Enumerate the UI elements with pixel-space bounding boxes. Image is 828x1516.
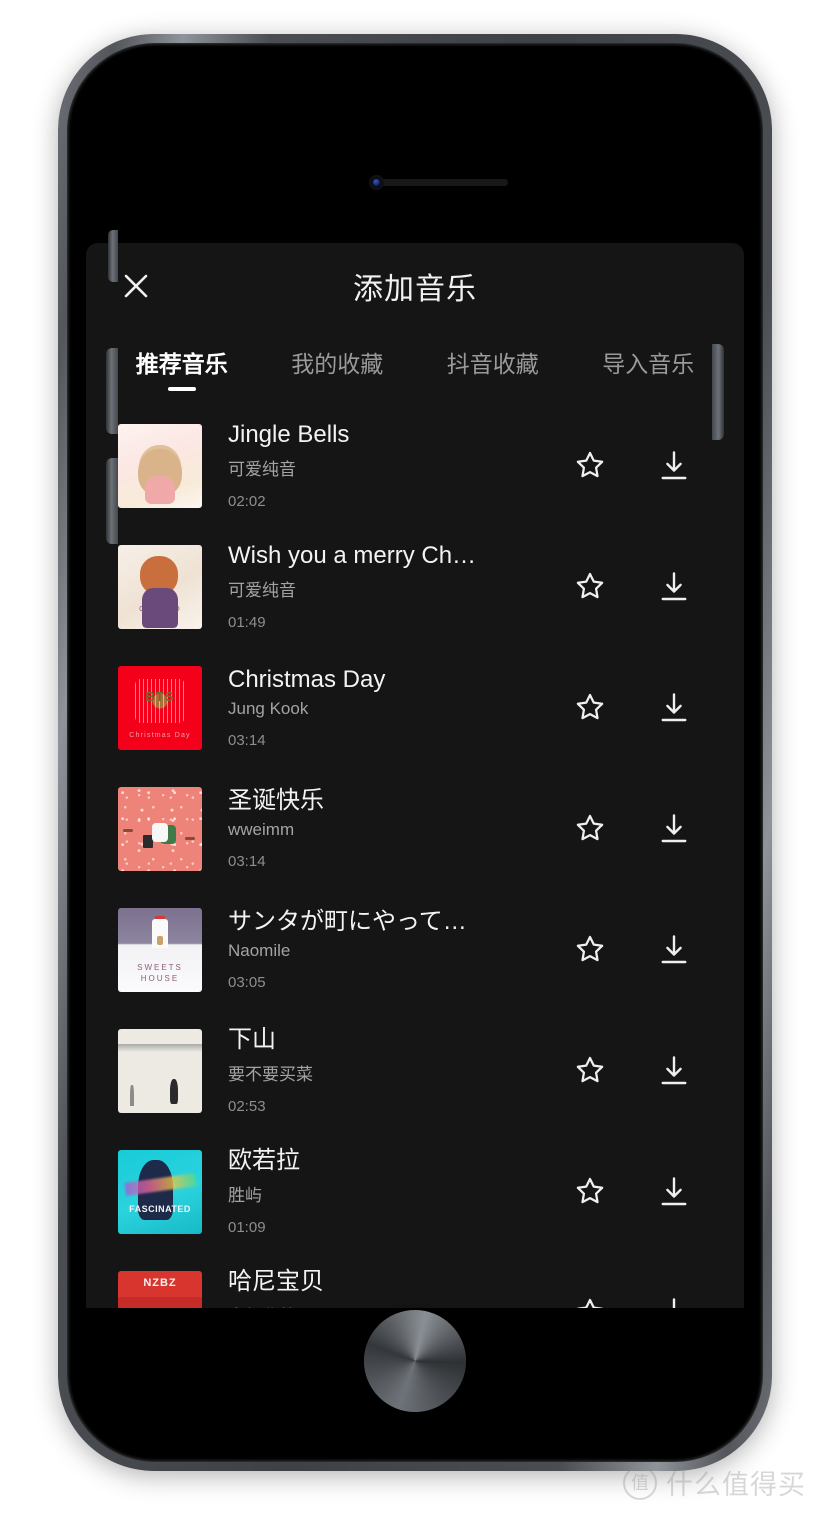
song-title: サンタが町にやって… (228, 907, 467, 935)
watermark-text: 什么值得买 (666, 1470, 806, 1500)
song-duration: 03:05 (228, 974, 266, 992)
album-art: Christmas Day (118, 665, 202, 750)
star-outline-icon[interactable] (548, 1174, 632, 1210)
song-artist: 南征北战NZBZ (228, 1302, 548, 1308)
download-icon[interactable] (632, 448, 716, 484)
song-duration: 01:09 (228, 1218, 266, 1236)
list-item[interactable]: 下山 要不要买菜 02:53 (86, 1010, 744, 1131)
song-artist: Naomile (228, 941, 291, 961)
song-meta: 下山 要不要买菜 02:53 (202, 1026, 548, 1115)
volume-down-button[interactable] (106, 458, 118, 544)
star-outline-icon[interactable] (548, 1053, 632, 1089)
tab-label: 导入音乐 (602, 351, 695, 377)
list-item[interactable]: Jingle Bells 可爱纯音 02:02 (86, 405, 744, 526)
home-button[interactable] (364, 1310, 466, 1412)
album-art: FASCINATED (118, 1149, 202, 1234)
download-icon[interactable] (632, 569, 716, 605)
tab-label: 我的收藏 (291, 351, 384, 377)
song-meta: サンタが町にやって… Naomile 03:05 (202, 908, 548, 992)
volume-up-button[interactable] (106, 348, 118, 434)
sheet-header: 添加音乐 (86, 243, 744, 329)
watermark: 值 什么值得买 (623, 1463, 806, 1502)
song-duration: 02:02 (228, 492, 266, 510)
album-art-label: SWEETS HOUSE (137, 963, 183, 983)
download-icon[interactable] (632, 690, 716, 726)
star-outline-icon[interactable] (548, 811, 632, 847)
star-outline-icon[interactable] (548, 690, 632, 726)
song-meta: Wish you a merry Ch… 可爱纯音 01:49 (202, 542, 548, 631)
front-camera-icon (369, 175, 384, 190)
download-icon[interactable] (632, 1174, 716, 1210)
song-artist: 要不要买菜 (228, 1064, 313, 1084)
album-art-label: NZBZ (143, 1277, 177, 1290)
power-button[interactable] (712, 344, 724, 440)
tab-import-music[interactable]: 导入音乐 (571, 345, 727, 393)
list-item[interactable]: FASCINATED 欧若拉 胜屿 01:09 (86, 1131, 744, 1252)
song-title: 哈尼宝贝 (228, 1268, 324, 1296)
phone-device-frame: 添加音乐 推荐音乐 我的收藏 抖音收藏 导入音乐 Jingle Bells 可爱… (58, 34, 772, 1471)
album-art: NZBZ 南征北战 6415 (118, 1270, 202, 1308)
add-music-sheet: 添加音乐 推荐音乐 我的收藏 抖音收藏 导入音乐 Jingle Bells 可爱… (86, 243, 744, 1308)
song-duration: 03:14 (228, 732, 266, 750)
song-meta: Jingle Bells 可爱纯音 02:02 (202, 421, 548, 510)
album-art-label-mid: 南征北战 (129, 1297, 190, 1308)
list-item[interactable]: Christmas Day Christmas Day Jung Kook 03… (86, 647, 744, 768)
list-item[interactable]: 圣诞快乐 wweimm 03:14 (86, 768, 744, 889)
phone-screen: 添加音乐 推荐音乐 我的收藏 抖音收藏 导入音乐 Jingle Bells 可爱… (86, 62, 744, 1443)
star-outline-icon[interactable] (548, 1295, 632, 1308)
song-artist: Jung Kook (228, 699, 309, 719)
song-meta: 欧若拉 胜屿 01:09 (202, 1147, 548, 1236)
star-outline-icon[interactable] (548, 932, 632, 968)
star-outline-icon[interactable] (548, 448, 632, 484)
song-title: 欧若拉 (228, 1147, 300, 1175)
tab-label: 推荐音乐 (135, 351, 228, 377)
watermark-logo-icon: 值 (623, 1465, 657, 1500)
album-art-label: FASCINATED (129, 1203, 191, 1214)
song-title: Wish you a merry Ch… (228, 542, 477, 570)
mute-switch[interactable] (108, 230, 118, 282)
song-title: Christmas Day (228, 665, 386, 693)
tab-active-underline (167, 387, 196, 391)
album-art (118, 1028, 202, 1113)
album-art-label: Christmas Day (129, 731, 191, 739)
album-art: CLANNAD (118, 544, 202, 629)
phone-bezel: 添加音乐 推荐音乐 我的收藏 抖音收藏 导入音乐 Jingle Bells 可爱… (67, 43, 763, 1462)
song-duration: 02:53 (228, 1097, 266, 1115)
song-artist: 胜屿 (228, 1185, 262, 1205)
song-title: 下山 (228, 1026, 276, 1054)
song-artist: 可爱纯音 (228, 459, 296, 479)
download-icon[interactable] (632, 1053, 716, 1089)
tab-recommended[interactable]: 推荐音乐 (104, 345, 260, 393)
download-icon[interactable] (632, 811, 716, 847)
download-icon[interactable] (632, 1295, 716, 1308)
song-list[interactable]: Jingle Bells 可爱纯音 02:02 CLANNAD Wish you… (86, 405, 744, 1308)
tab-my-favorites[interactable]: 我的收藏 (260, 345, 416, 393)
song-meta: 圣诞快乐 wweimm 03:14 (202, 787, 548, 871)
song-title: 圣诞快乐 (228, 786, 324, 814)
earpiece-speaker-icon (378, 179, 508, 186)
list-item[interactable]: CLANNAD Wish you a merry Ch… 可爱纯音 01:49 (86, 526, 744, 647)
tab-label: 抖音收藏 (446, 351, 539, 377)
album-art: SWEETS HOUSE (118, 907, 202, 992)
song-duration: 01:49 (228, 613, 266, 631)
page-title: 添加音乐 (353, 273, 477, 306)
song-meta: Christmas Day Jung Kook 03:14 (202, 666, 548, 750)
star-outline-icon[interactable] (548, 569, 632, 605)
tab-bar: 推荐音乐 我的收藏 抖音收藏 导入音乐 (86, 329, 744, 405)
song-title: Jingle Bells (228, 421, 350, 449)
song-duration: 03:14 (228, 853, 266, 871)
list-item[interactable]: NZBZ 南征北战 6415 哈尼宝贝 南征北战NZBZ 03:29 (86, 1252, 744, 1308)
song-artist: wweimm (228, 820, 295, 840)
song-meta: 哈尼宝贝 南征北战NZBZ 03:29 (202, 1268, 548, 1308)
album-art-label: CLANNAD (139, 605, 181, 613)
list-item[interactable]: SWEETS HOUSE サンタが町にやって… Naomile 03:05 (86, 889, 744, 1010)
song-artist: 可爱纯音 (228, 580, 296, 600)
album-art (118, 423, 202, 508)
tab-douyin-favorites[interactable]: 抖音收藏 (415, 345, 571, 393)
album-art (118, 786, 202, 871)
download-icon[interactable] (632, 932, 716, 968)
